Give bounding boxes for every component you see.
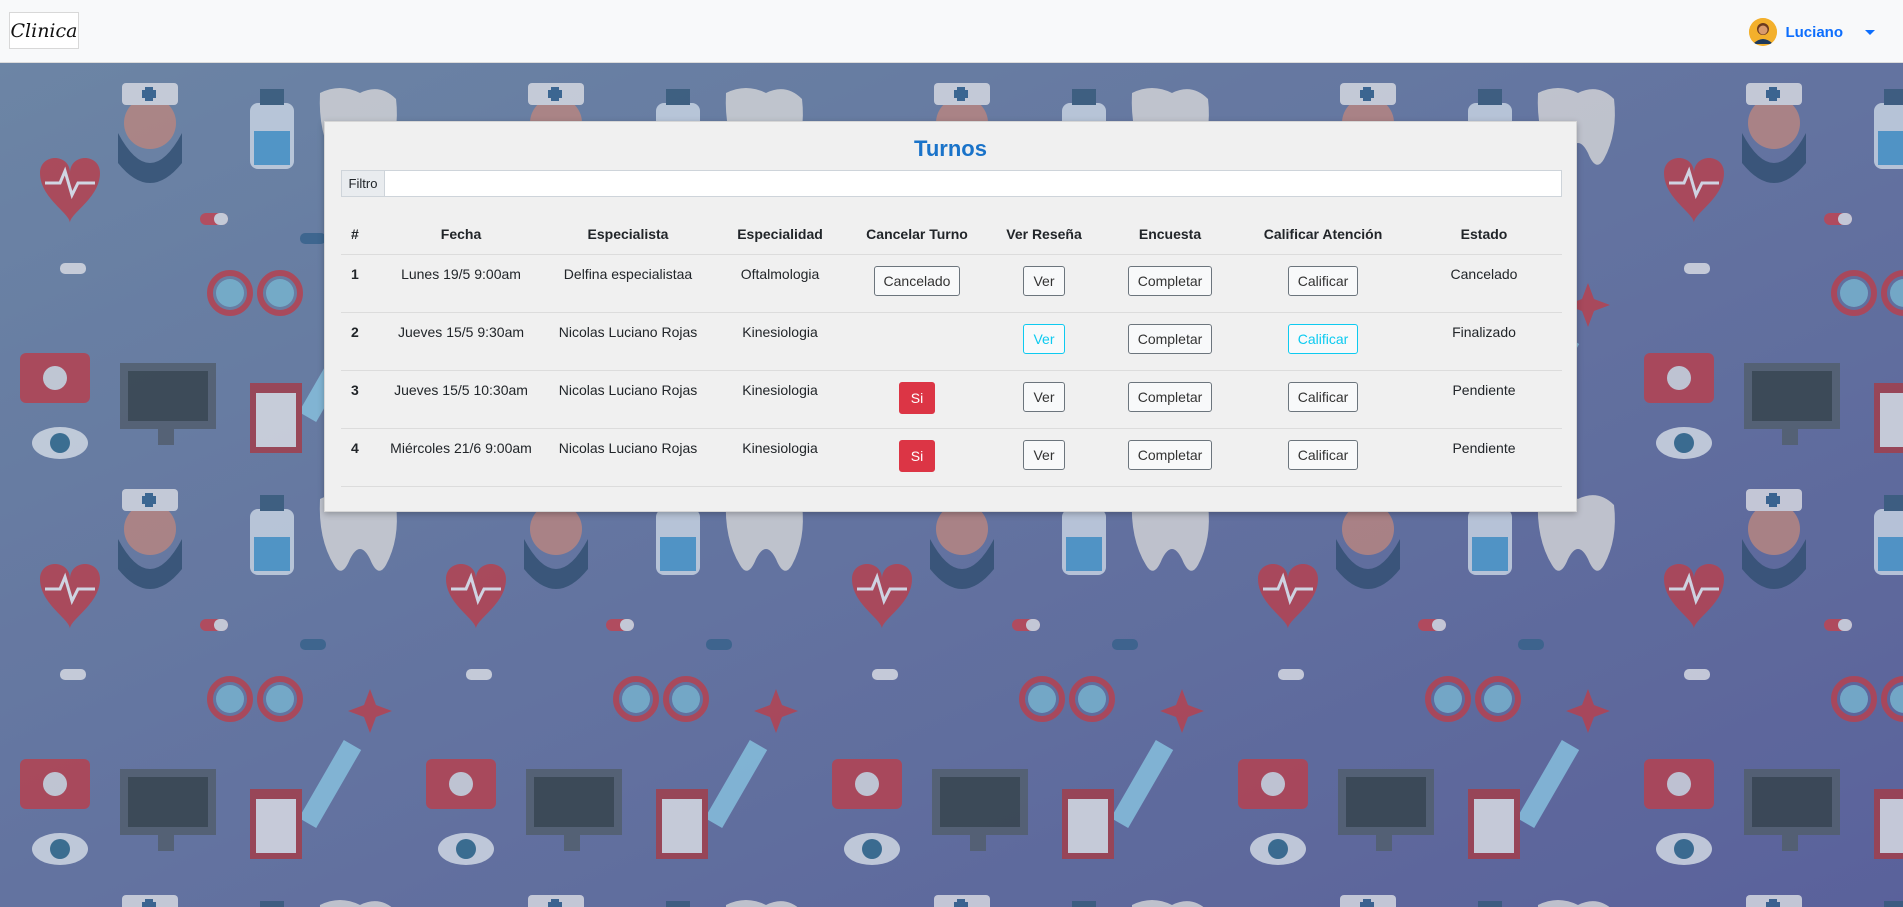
cell-fecha: Miércoles 21/6 9:00am: [380, 428, 542, 487]
col-header-estado: Estado: [1406, 213, 1562, 255]
cell-especialista: Delfina especialistaa: [542, 254, 714, 313]
cell-cancelar: Si: [846, 370, 988, 429]
cell-especialista: Nicolas Luciano Rojas: [542, 370, 714, 429]
filter-input[interactable]: [385, 171, 1561, 196]
col-header-especialidad: Especialidad: [714, 213, 846, 255]
cancelar-turno-button[interactable]: Si: [898, 382, 936, 414]
cell-especialidad: Kinesiologia: [714, 312, 846, 371]
col-header-cancelar-turno: Cancelar Turno: [846, 213, 988, 255]
cell-calificar: Calificar: [1240, 254, 1406, 313]
row-number: 1: [341, 254, 380, 313]
brand-logo[interactable]: Clinica: [9, 12, 79, 49]
cell-especialidad: Oftalmologia: [714, 254, 846, 313]
turnos-table: # Fecha Especialista Especialidad Cancel…: [341, 213, 1562, 487]
table-row: 2 Jueves 15/5 9:30am Nicolas Luciano Roj…: [341, 312, 1562, 371]
ver-resena-button[interactable]: Ver: [1023, 382, 1065, 412]
col-header-encuesta: Encuesta: [1100, 213, 1240, 255]
cancelado-button[interactable]: Cancelado: [873, 266, 961, 296]
filter-group: Filtro: [341, 170, 1562, 197]
cell-fecha: Jueves 15/5 10:30am: [380, 370, 542, 429]
cell-especialidad: Kinesiologia: [714, 428, 846, 487]
cell-calificar: Calificar: [1240, 428, 1406, 487]
col-header-ver-resena: Ver Reseña: [988, 213, 1100, 255]
completar-encuesta-button[interactable]: Completar: [1127, 266, 1213, 296]
cell-especialista: Nicolas Luciano Rojas: [542, 428, 714, 487]
row-number: 3: [341, 370, 380, 429]
cell-encuesta: Completar: [1100, 254, 1240, 313]
cell-ver: Ver: [988, 370, 1100, 429]
calificar-button[interactable]: Calificar: [1287, 324, 1359, 354]
cell-cancelar: Si: [846, 428, 988, 487]
user-avatar-icon: [1749, 18, 1778, 46]
calificar-button[interactable]: Calificar: [1287, 266, 1359, 296]
cell-estado: Pendiente: [1406, 370, 1562, 429]
table-row: 1 Lunes 19/5 9:00am Delfina especialista…: [341, 254, 1562, 313]
top-navbar: Clinica Luciano: [0, 0, 1903, 63]
cell-fecha: Lunes 19/5 9:00am: [380, 254, 542, 313]
chevron-down-icon[interactable]: [1865, 29, 1875, 35]
completar-encuesta-button[interactable]: Completar: [1127, 382, 1213, 412]
col-header-number: #: [341, 213, 380, 255]
row-number: 4: [341, 428, 380, 487]
col-header-calificar-atencion: Calificar Atención: [1240, 213, 1406, 255]
turnos-card: Turnos Filtro # Fecha Especialista Espec…: [324, 121, 1577, 512]
table-row: 3 Jueves 15/5 10:30am Nicolas Luciano Ro…: [341, 370, 1562, 429]
cell-estado: Finalizado: [1406, 312, 1562, 371]
ver-resena-button[interactable]: Ver: [1023, 324, 1065, 354]
brand-logo-text: Clinica: [10, 19, 78, 42]
cell-encuesta: Completar: [1100, 312, 1240, 371]
col-header-especialista: Especialista: [542, 213, 714, 255]
completar-encuesta-button[interactable]: Completar: [1127, 324, 1213, 354]
calificar-button[interactable]: Calificar: [1287, 440, 1359, 470]
cell-estado: Cancelado: [1406, 254, 1562, 313]
filter-label: Filtro: [342, 171, 385, 196]
cell-calificar: Calificar: [1240, 370, 1406, 429]
cell-estado: Pendiente: [1406, 428, 1562, 487]
cell-cancelar: [846, 312, 988, 371]
cell-encuesta: Completar: [1100, 428, 1240, 487]
page-title: Turnos: [914, 136, 987, 161]
ver-resena-button[interactable]: Ver: [1023, 440, 1065, 470]
cancelar-turno-button[interactable]: Si: [898, 440, 936, 472]
cell-ver: Ver: [988, 312, 1100, 371]
cell-especialidad: Kinesiologia: [714, 370, 846, 429]
cell-encuesta: Completar: [1100, 370, 1240, 429]
col-header-fecha: Fecha: [380, 213, 542, 255]
cell-especialista: Nicolas Luciano Rojas: [542, 312, 714, 371]
row-number: 2: [341, 312, 380, 371]
completar-encuesta-button[interactable]: Completar: [1127, 440, 1213, 470]
user-name[interactable]: Luciano: [1785, 24, 1843, 41]
cell-ver: Ver: [988, 254, 1100, 313]
cell-ver: Ver: [988, 428, 1100, 487]
table-row: 4 Miércoles 21/6 9:00am Nicolas Luciano …: [341, 428, 1562, 487]
cell-fecha: Jueves 15/5 9:30am: [380, 312, 542, 371]
calificar-button[interactable]: Calificar: [1287, 382, 1359, 412]
table-header-row: # Fecha Especialista Especialidad Cancel…: [341, 213, 1562, 255]
ver-resena-button[interactable]: Ver: [1023, 266, 1065, 296]
cell-cancelar: Cancelado: [846, 254, 988, 313]
user-menu[interactable]: Luciano: [1749, 18, 1875, 46]
cell-calificar: Calificar: [1240, 312, 1406, 371]
